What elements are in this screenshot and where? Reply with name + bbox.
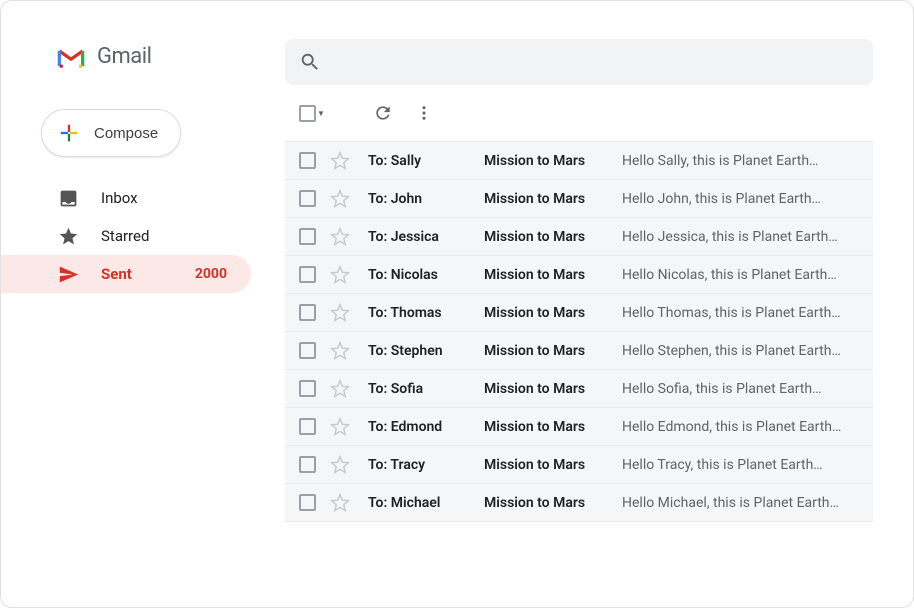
star-filled-icon: [57, 225, 79, 247]
mail-snippet: Hello Nicolas, this is Planet Earth…: [622, 267, 873, 283]
mail-recipient: To: Thomas: [368, 305, 484, 321]
mail-snippet: Hello Stephen, this is Planet Earth…: [622, 343, 873, 359]
more-menu-button[interactable]: [415, 104, 433, 122]
chevron-down-icon: ▼: [317, 109, 325, 118]
checkbox-icon: [299, 105, 316, 122]
plus-icon: [58, 122, 80, 144]
mail-row[interactable]: To: MichaelMission to MarsHello Michael,…: [285, 484, 873, 522]
mail-snippet: Hello Thomas, this is Planet Earth…: [622, 305, 873, 321]
inbox-icon: [57, 187, 79, 209]
mail-snippet: Hello Michael, this is Planet Earth…: [622, 495, 873, 511]
star-outline-icon[interactable]: [330, 151, 350, 171]
checkbox-icon[interactable]: [299, 418, 316, 435]
send-icon: [57, 263, 79, 285]
mail-row[interactable]: To: EdmondMission to MarsHello Edmond, t…: [285, 408, 873, 446]
star-outline-icon[interactable]: [330, 227, 350, 247]
app-title: Gmail: [97, 44, 151, 69]
mail-subject: Mission to Mars: [484, 229, 622, 245]
refresh-button[interactable]: [373, 103, 393, 123]
checkbox-icon[interactable]: [299, 228, 316, 245]
nav-item-inbox[interactable]: Inbox: [1, 179, 251, 217]
mail-recipient: To: Michael: [368, 495, 484, 511]
mail-row[interactable]: To: TracyMission to MarsHello Tracy, thi…: [285, 446, 873, 484]
sidebar: Gmail Compose Inbox: [1, 1, 259, 607]
nav-item-sent[interactable]: Sent 2000: [1, 255, 251, 293]
main-panel: ▼ To: SallyMission to MarsHello Sally, t…: [259, 1, 913, 607]
star-outline-icon[interactable]: [330, 417, 350, 437]
checkbox-icon[interactable]: [299, 304, 316, 321]
star-outline-icon[interactable]: [330, 189, 350, 209]
mail-subject: Mission to Mars: [484, 267, 622, 283]
mail-snippet: Hello John, this is Planet Earth…: [622, 191, 873, 207]
mail-snippet: Hello Sofia, this is Planet Earth…: [622, 381, 873, 397]
checkbox-icon[interactable]: [299, 494, 316, 511]
nav-item-starred[interactable]: Starred: [1, 217, 251, 255]
search-bar[interactable]: [285, 39, 873, 85]
mail-recipient: To: Sally: [368, 153, 484, 169]
star-outline-icon[interactable]: [330, 303, 350, 323]
mail-recipient: To: Jessica: [368, 229, 484, 245]
nav-count: 2000: [195, 266, 227, 282]
gmail-logo-icon: [57, 47, 85, 69]
select-all-checkbox[interactable]: ▼: [299, 105, 325, 122]
mail-recipient: To: Edmond: [368, 419, 484, 435]
mail-subject: Mission to Mars: [484, 457, 622, 473]
mail-subject: Mission to Mars: [484, 191, 622, 207]
mail-subject: Mission to Mars: [484, 381, 622, 397]
mail-recipient: To: John: [368, 191, 484, 207]
star-outline-icon[interactable]: [330, 455, 350, 475]
mail-subject: Mission to Mars: [484, 305, 622, 321]
checkbox-icon[interactable]: [299, 190, 316, 207]
compose-button[interactable]: Compose: [41, 109, 181, 157]
mail-snippet: Hello Sally, this is Planet Earth…: [622, 153, 873, 169]
star-outline-icon[interactable]: [330, 341, 350, 361]
checkbox-icon[interactable]: [299, 266, 316, 283]
nav-list: Inbox Starred Sent 2000: [1, 179, 259, 293]
mail-row[interactable]: To: SallyMission to MarsHello Sally, thi…: [285, 142, 873, 180]
compose-label: Compose: [94, 125, 158, 142]
mail-subject: Mission to Mars: [484, 343, 622, 359]
mail-subject: Mission to Mars: [484, 495, 622, 511]
mail-snippet: Hello Jessica, this is Planet Earth…: [622, 229, 873, 245]
mail-list: To: SallyMission to MarsHello Sally, thi…: [285, 141, 873, 522]
mail-recipient: To: Stephen: [368, 343, 484, 359]
mail-row[interactable]: To: StephenMission to MarsHello Stephen,…: [285, 332, 873, 370]
app-logo-row: Gmail: [1, 43, 259, 69]
mail-snippet: Hello Tracy, this is Planet Earth…: [622, 457, 873, 473]
mail-row[interactable]: To: ThomasMission to MarsHello Thomas, t…: [285, 294, 873, 332]
checkbox-icon[interactable]: [299, 380, 316, 397]
nav-label: Inbox: [101, 189, 227, 207]
mail-recipient: To: Tracy: [368, 457, 484, 473]
star-outline-icon[interactable]: [330, 265, 350, 285]
mail-snippet: Hello Edmond, this is Planet Earth…: [622, 419, 873, 435]
toolbar: ▼: [285, 85, 873, 141]
star-outline-icon[interactable]: [330, 493, 350, 513]
checkbox-icon[interactable]: [299, 342, 316, 359]
mail-row[interactable]: To: JessicaMission to MarsHello Jessica,…: [285, 218, 873, 256]
mail-subject: Mission to Mars: [484, 153, 622, 169]
mail-row[interactable]: To: NicolasMission to MarsHello Nicolas,…: [285, 256, 873, 294]
checkbox-icon[interactable]: [299, 456, 316, 473]
mail-subject: Mission to Mars: [484, 419, 622, 435]
mail-row[interactable]: To: SofiaMission to MarsHello Sofia, thi…: [285, 370, 873, 408]
mail-recipient: To: Nicolas: [368, 267, 484, 283]
nav-label: Sent: [101, 265, 195, 283]
mail-row[interactable]: To: JohnMission to MarsHello John, this …: [285, 180, 873, 218]
star-outline-icon[interactable]: [330, 379, 350, 399]
nav-label: Starred: [101, 227, 227, 245]
mail-recipient: To: Sofia: [368, 381, 484, 397]
checkbox-icon[interactable]: [299, 152, 316, 169]
search-icon: [299, 51, 321, 73]
